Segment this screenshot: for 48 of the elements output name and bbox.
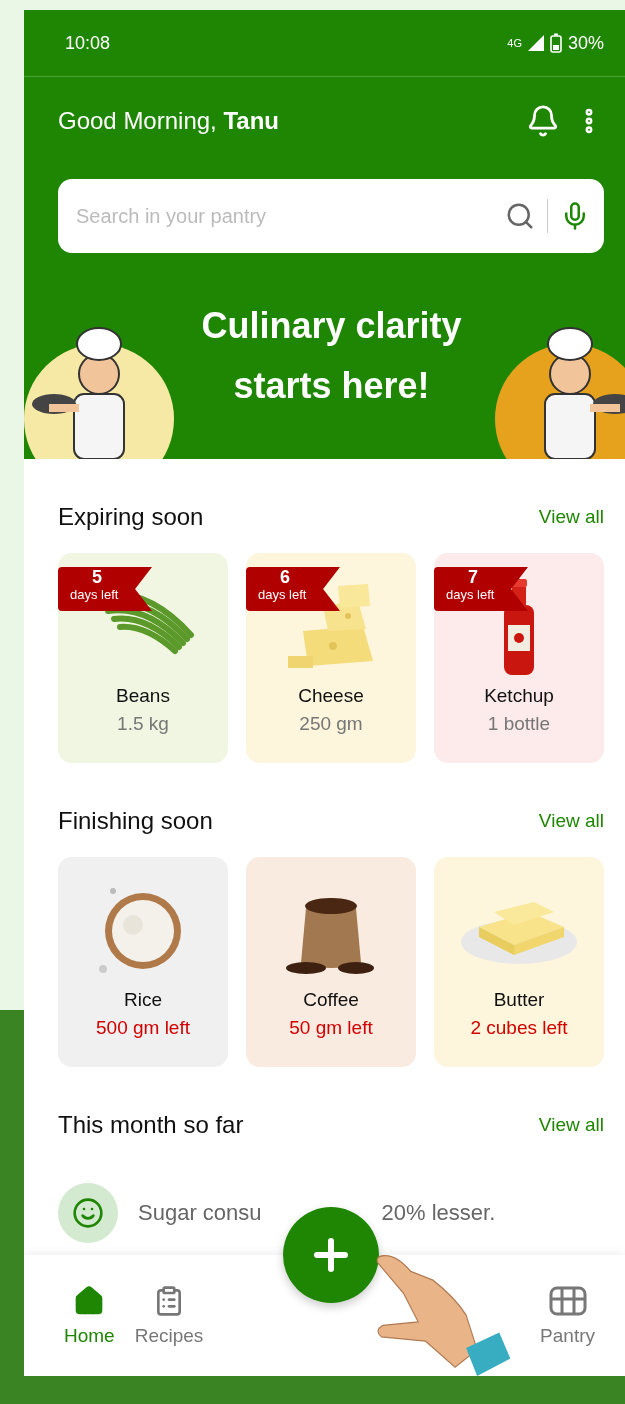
days-label: days left — [258, 587, 307, 603]
item-card[interactable]: Ketchup 1 bottle 7 days left — [434, 553, 604, 763]
item-card[interactable]: Rice 500 gm left — [58, 857, 228, 1067]
item-card[interactable]: Coffee 50 gm left — [246, 857, 416, 1067]
item-name: Coffee — [303, 989, 359, 1011]
item-card[interactable]: Butter 2 cubes left — [434, 857, 604, 1067]
status-time: 10:08 — [65, 32, 111, 54]
insight-text: 20% lesser. — [381, 1200, 496, 1226]
nav-tab[interactable]: Recipes — [124, 1284, 214, 1347]
view-all-link[interactable]: View all — [538, 1114, 604, 1136]
section-title: Expiring soon — [58, 503, 204, 531]
view-all-link[interactable]: View all — [538, 810, 604, 832]
insight-text: Sugar consu — [138, 1200, 262, 1226]
item-amount: 250 gm — [299, 713, 363, 735]
network-label: 4G — [507, 37, 522, 49]
search-icon[interactable] — [505, 201, 535, 231]
item-card[interactable]: Beans 1.5 kg 5 days left — [58, 553, 228, 763]
view-all-link[interactable]: View all — [538, 506, 604, 528]
item-card[interactable]: Cheese 250 gm 6 days left — [246, 553, 416, 763]
days-label: days left — [70, 587, 119, 603]
item-name: Cheese — [298, 685, 364, 707]
smiley-icon — [72, 1197, 104, 1229]
search-field[interactable]: Search in your pantry — [58, 179, 604, 253]
item-remaining: 2 cubes left — [470, 1017, 568, 1039]
greeting: Good Morning, Tanu — [58, 107, 279, 135]
section-title: This month so far — [58, 1111, 244, 1139]
days-count: 5 — [92, 567, 102, 587]
item-name: Ketchup — [484, 685, 554, 707]
item-name: Butter — [493, 989, 545, 1011]
item-remaining: 50 gm left — [289, 1017, 373, 1039]
days-count: 6 — [280, 567, 290, 587]
item-amount: 1 bottle — [487, 713, 551, 735]
item-name: Beans — [116, 685, 170, 707]
item-name: Rice — [124, 989, 162, 1011]
signal-icon — [527, 35, 544, 51]
bell-icon[interactable] — [526, 104, 560, 138]
item-amount: 1.5 kg — [117, 713, 169, 735]
add-button[interactable] — [283, 1207, 379, 1303]
days-label: days left — [446, 587, 495, 603]
banner-title: Culinary clarity starts here! — [200, 304, 463, 408]
days-count: 7 — [468, 567, 478, 587]
battery-level: 30% — [567, 32, 604, 54]
battery-icon — [549, 33, 562, 53]
section-title: Finishing soon — [58, 807, 213, 835]
search-input[interactable]: Search in your pantry — [74, 203, 493, 229]
nav-tab[interactable]: Pantry — [530, 1284, 605, 1347]
item-remaining: 500 gm left — [96, 1017, 190, 1039]
nav-tab[interactable]: Home — [54, 1284, 125, 1347]
